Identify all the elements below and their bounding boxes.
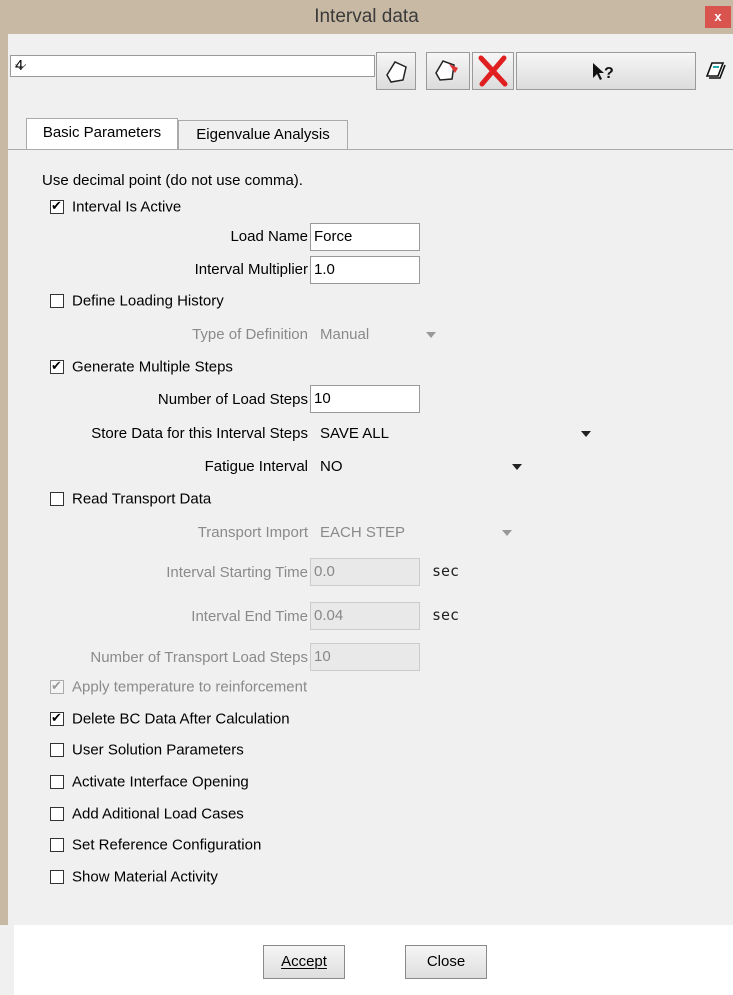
interval-starting-time-unit: sec xyxy=(432,562,460,580)
fatigue-interval-label: Fatigue Interval xyxy=(204,458,308,475)
new-document-icon xyxy=(386,61,407,83)
show-material-activity-row[interactable]: Show Material Activity xyxy=(50,868,218,886)
fatigue-interval-dropdown[interactable]: NO xyxy=(320,458,343,475)
user-solution-parameters-row[interactable]: User Solution Parameters xyxy=(50,741,244,759)
user-solution-parameters-checkbox[interactable] xyxy=(50,743,64,758)
context-help-icon: ? xyxy=(593,63,614,82)
define-loading-history-label: Define Loading History xyxy=(72,292,224,310)
show-material-activity-checkbox[interactable] xyxy=(50,870,64,885)
apply-temperature-checkbox[interactable] xyxy=(50,678,64,695)
transport-import-dropdown[interactable]: EACH STEP xyxy=(320,524,405,541)
tab-divider xyxy=(8,149,733,150)
store-data-dropdown[interactable]: SAVE ALL xyxy=(320,425,389,442)
chevron-down-icon xyxy=(426,332,436,338)
close-button[interactable]: Close xyxy=(405,945,487,979)
load-name-field[interactable]: Force xyxy=(310,223,420,251)
svg-text:?: ? xyxy=(604,65,614,82)
add-additional-load-cases-row[interactable]: Add Aditional Load Cases xyxy=(50,805,244,823)
transport-load-steps-label: Number of Transport Load Steps xyxy=(90,649,308,666)
chevron-down-icon: ⌵ xyxy=(15,57,27,74)
generate-multiple-steps-checkbox[interactable] xyxy=(50,358,64,375)
number-of-load-steps-field[interactable]: 10 xyxy=(310,385,420,413)
user-solution-parameters-label: User Solution Parameters xyxy=(72,741,244,759)
chevron-down-icon xyxy=(581,431,591,437)
apply-temperature-label: Apply temperature to reinforcement xyxy=(72,678,308,696)
new-interval-button[interactable] xyxy=(376,52,416,90)
close-button-label: Close xyxy=(426,953,466,970)
store-data-label: Store Data for this Interval Steps xyxy=(91,425,308,442)
activate-interface-opening-row[interactable]: Activate Interface Opening xyxy=(50,773,249,791)
type-of-definition-dropdown[interactable]: Manual xyxy=(320,326,369,343)
activate-interface-opening-checkbox[interactable] xyxy=(50,775,64,790)
generate-multiple-steps-row[interactable]: Generate Multiple Steps xyxy=(50,358,233,376)
tab-basic-parameters[interactable]: Basic Parameters xyxy=(26,118,178,149)
type-of-definition-label: Type of Definition xyxy=(192,326,308,343)
read-transport-data-label: Read Transport Data xyxy=(72,490,212,508)
interval-starting-time-field[interactable]: 0.0 xyxy=(310,558,420,586)
add-additional-load-cases-checkbox[interactable] xyxy=(50,807,64,822)
interval-active-label: Interval Is Active xyxy=(72,198,182,216)
interval-multiplier-field[interactable]: 1.0 xyxy=(310,256,420,284)
book-icon xyxy=(705,62,726,79)
copy-document-icon xyxy=(435,60,458,81)
title-bar: Interval data x xyxy=(0,0,733,34)
interval-end-time-field[interactable]: 0.04 xyxy=(310,602,420,630)
manual-button[interactable] xyxy=(698,52,732,90)
interval-active-row[interactable]: Interval Is Active xyxy=(50,198,181,216)
accept-button-label: Accept xyxy=(281,953,327,970)
add-additional-load-cases-label: Add Aditional Load Cases xyxy=(72,805,244,823)
set-reference-configuration-label: Set Reference Configuration xyxy=(72,836,262,854)
tab-eigenvalue-analysis[interactable]: Eigenvalue Analysis xyxy=(178,120,348,150)
define-loading-history-row[interactable]: Define Loading History xyxy=(50,292,224,310)
activate-interface-opening-label: Activate Interface Opening xyxy=(72,773,249,791)
delete-bc-data-row[interactable]: Delete BC Data After Calculation xyxy=(50,710,290,728)
apply-temperature-row[interactable]: Apply temperature to reinforcement xyxy=(50,678,307,696)
delete-bc-data-label: Delete BC Data After Calculation xyxy=(72,710,290,728)
chevron-down-icon xyxy=(512,464,522,470)
transport-load-steps-field[interactable]: 10 xyxy=(310,643,420,671)
set-reference-configuration-checkbox[interactable] xyxy=(50,838,64,853)
chevron-down-icon xyxy=(502,530,512,536)
interval-selector-dropdown[interactable]: 4 ⌵ xyxy=(10,55,375,77)
interval-end-time-label: Interval End Time xyxy=(191,608,308,625)
generate-multiple-steps-label: Generate Multiple Steps xyxy=(72,358,233,376)
bottom-button-bar: Accept Close xyxy=(14,925,733,995)
read-transport-data-row[interactable]: Read Transport Data xyxy=(50,490,211,508)
decimal-note: Use decimal point (do not use comma). xyxy=(42,172,303,189)
bottom-left-strip xyxy=(0,925,14,995)
interval-multiplier-label: Interval Multiplier xyxy=(194,261,308,278)
transport-import-label: Transport Import xyxy=(197,524,308,541)
interval-starting-time-label: Interval Starting Time xyxy=(166,564,308,581)
load-name-label: Load Name xyxy=(230,228,308,245)
interval-active-checkbox[interactable] xyxy=(50,198,64,215)
delete-interval-button[interactable] xyxy=(472,52,514,90)
set-reference-configuration-row[interactable]: Set Reference Configuration xyxy=(50,836,261,854)
read-transport-data-checkbox[interactable] xyxy=(50,492,64,507)
interval-end-time-unit: sec xyxy=(432,606,460,624)
show-material-activity-label: Show Material Activity xyxy=(72,868,218,886)
number-of-load-steps-label: Number of Load Steps xyxy=(157,391,308,408)
copy-interval-button[interactable] xyxy=(426,52,470,90)
dialog-client-area: 4 ⌵ ? Basic Parameters Eigenvalue Analys… xyxy=(8,34,733,995)
delete-bc-data-checkbox[interactable] xyxy=(50,710,64,727)
context-help-button[interactable]: ? xyxy=(516,52,696,90)
close-window-button[interactable]: x xyxy=(705,6,731,28)
window-frame: Interval data x 4 ⌵ ? Basic Parameters E… xyxy=(0,0,733,995)
window-title: Interval data xyxy=(314,6,419,27)
accept-button[interactable]: Accept xyxy=(263,945,345,979)
define-loading-history-checkbox[interactable] xyxy=(50,294,64,309)
delete-x-icon xyxy=(478,55,508,87)
